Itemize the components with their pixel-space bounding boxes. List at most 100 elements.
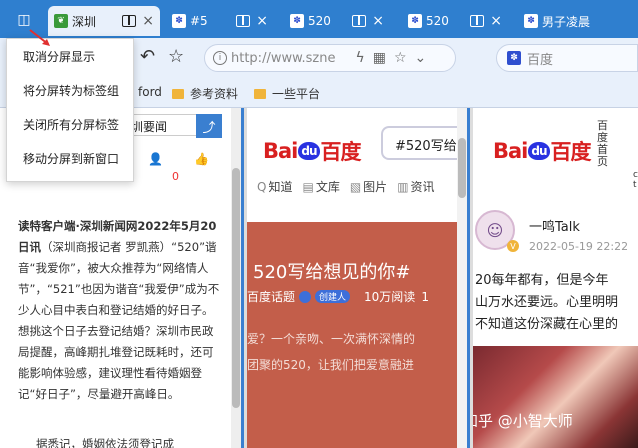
bookmark-reference[interactable]: 参考资料 bbox=[172, 85, 238, 102]
scrollbar-thumb[interactable] bbox=[458, 138, 466, 198]
news-icon: ▥ bbox=[397, 180, 409, 194]
article-text: 读特客户端·深圳新闻网2022年5月20日讯（深圳商报记者 罗凯燕）“520”谐… bbox=[18, 216, 224, 405]
folder-icon bbox=[254, 88, 266, 99]
image-icon: ▧ bbox=[349, 180, 362, 194]
search-box[interactable]: ✽ 百度 bbox=[496, 44, 638, 72]
address-bar[interactable]: i http://www.szne ϟ ▦ ☆ ⌄ bbox=[204, 44, 456, 72]
site-info-icon[interactable]: i bbox=[213, 51, 227, 65]
tab-520-b[interactable]: ✽ 520 × bbox=[402, 6, 508, 36]
scrollbar[interactable] bbox=[231, 108, 241, 448]
baidu-paw-favicon-icon: ✽ bbox=[524, 14, 538, 28]
folder-icon bbox=[172, 88, 184, 99]
topic-title: 520写给想见的你# bbox=[253, 262, 411, 283]
tab-shenzhen[interactable]: ❦ 深圳 × bbox=[48, 6, 160, 36]
nav-label: 资讯 bbox=[410, 180, 435, 194]
creator-badge: 创建人 bbox=[315, 290, 351, 303]
post-line: 不知道这份深藏在心里的 bbox=[475, 317, 619, 332]
split-pane-right: Bai du 百度 百度首页 c t ☺ V 一鸣Talk 2022-05-19 2… bbox=[473, 108, 638, 448]
verified-icon bbox=[299, 290, 312, 303]
wenku-icon: ▤ bbox=[302, 180, 314, 194]
tab-5[interactable]: ✽ #5 × bbox=[166, 6, 274, 36]
close-icon[interactable]: × bbox=[372, 13, 384, 29]
tab-man-early-morning[interactable]: ✽ 男子凌晨 bbox=[518, 6, 638, 36]
baidu-home-link[interactable]: 百度首页 bbox=[597, 120, 609, 168]
baidu-paw-favicon-icon: ✽ bbox=[408, 14, 422, 28]
grid-icon[interactable]: ▦ bbox=[373, 50, 386, 66]
edge-letter: c bbox=[633, 170, 638, 180]
article-more: 据悉记，婚姻依法须登记成 bbox=[36, 437, 174, 448]
zhihu-watermark: 知乎 @小智大师 bbox=[473, 412, 573, 430]
menu-item-close-all-split-tabs[interactable]: 关闭所有分屏标签 bbox=[7, 107, 133, 141]
nav-zhidao[interactable]: Q 知道 bbox=[257, 178, 292, 195]
close-icon[interactable]: × bbox=[490, 13, 502, 29]
flash-icon[interactable]: ϟ bbox=[356, 50, 365, 66]
pane-search-input[interactable]: 圳要闻 bbox=[126, 114, 196, 136]
bookmark-platforms[interactable]: 一些平台 bbox=[254, 85, 320, 102]
menu-item-cancel-split[interactable]: 取消分屏显示 bbox=[7, 39, 133, 73]
topic-source: 百度话题 bbox=[247, 290, 296, 304]
nav-wenku[interactable]: ▤ 文库 bbox=[302, 178, 339, 195]
split-screen-context-menu: 取消分屏显示 将分屏转为标签组 关闭所有分屏标签 移动分屏到新窗口 bbox=[6, 38, 134, 182]
author-name[interactable]: 一鸣Talk bbox=[529, 216, 580, 235]
topic-reads: 10万阅读 bbox=[364, 290, 416, 304]
topic-desc: 爱？一个亲吻、一次满怀深情的 团聚的520，让我们把爱意融进 bbox=[247, 326, 459, 378]
tab-title: 深圳 bbox=[72, 14, 97, 29]
nav-label: 文库 bbox=[315, 180, 340, 194]
like-count: 0 bbox=[172, 170, 179, 183]
logo-bai: Bai bbox=[493, 139, 528, 163]
menu-item-move-to-new-window[interactable]: 移动分屏到新窗口 bbox=[7, 141, 133, 175]
baidu-nav: Q 知道 ▤ 文库 ▧ 图片 ▥ 资讯 bbox=[247, 178, 461, 195]
edge-letter: t bbox=[633, 180, 637, 190]
topic-desc-line: 爱？一个亲吻、一次满怀深情的 bbox=[247, 332, 416, 346]
share-icon[interactable]: ⤴ bbox=[196, 114, 222, 138]
nav-news[interactable]: ▥ 资讯 bbox=[397, 178, 434, 195]
post-time: 2022-05-19 22:22 bbox=[529, 240, 629, 253]
bookmark-label: 参考资料 bbox=[190, 87, 239, 101]
logo-text: 百度 bbox=[550, 140, 592, 164]
nav-images[interactable]: ▧ 图片 bbox=[350, 178, 387, 195]
scrollbar[interactable] bbox=[457, 108, 467, 448]
split-view-icon bbox=[352, 15, 367, 27]
bookmark-star-icon[interactable]: ☆ bbox=[168, 46, 184, 68]
topic-banner[interactable]: 520写给想见的你# 百度话题 创建人 10万阅读 1 爱？一个亲吻、一次满怀深… bbox=[247, 222, 460, 448]
post-line: 20每年都有，但是今年 bbox=[475, 273, 609, 288]
scrollbar-thumb[interactable] bbox=[232, 168, 240, 408]
vip-badge-icon: V bbox=[507, 240, 519, 252]
bookmark-label: ford bbox=[138, 85, 162, 99]
topic-desc-line: 团聚的520，让我们把爱意融进 bbox=[247, 358, 414, 372]
split-view-icon bbox=[122, 15, 137, 27]
bookmark-ford[interactable]: ford bbox=[138, 85, 162, 99]
like-icon[interactable]: 👍 bbox=[194, 152, 209, 166]
roses-image bbox=[473, 346, 638, 448]
post-line: 山万水还要远。心里明明 bbox=[475, 295, 619, 310]
chevron-down-icon[interactable]: ⌄ bbox=[415, 50, 427, 66]
tab-title: 男子凌晨 bbox=[542, 14, 591, 29]
topic-reads-suffix: 1 bbox=[421, 289, 429, 304]
split-view-icon bbox=[470, 15, 485, 27]
logo-du: du bbox=[528, 142, 550, 160]
article-byline: （深圳商报记者 罗凯燕） bbox=[41, 240, 172, 254]
post-body: 20每年都有，但是今年 山万水还要远。心里明明 不知道这份深藏在心里的 bbox=[475, 270, 638, 336]
search-placeholder: 百度 bbox=[527, 52, 554, 68]
baidu-search-input[interactable]: #520写给 bbox=[381, 126, 467, 160]
annotation-arrow-icon bbox=[29, 29, 50, 46]
logo-bai: Bai bbox=[263, 139, 298, 163]
baidu-logo[interactable]: Bai du 百度 bbox=[263, 136, 362, 166]
menu-item-convert-to-tab-group[interactable]: 将分屏转为标签组 bbox=[7, 73, 133, 107]
close-icon[interactable]: × bbox=[142, 13, 154, 29]
baidu-paw-favicon-icon: ✽ bbox=[290, 14, 304, 28]
star-icon[interactable]: ☆ bbox=[394, 50, 407, 66]
topic-meta: 百度话题 创建人 10万阅读 1 bbox=[247, 288, 429, 305]
tab-520-a[interactable]: ✽ 520 × bbox=[284, 6, 390, 36]
back-icon[interactable]: ↶ bbox=[140, 46, 155, 68]
close-icon[interactable]: × bbox=[256, 13, 268, 29]
logo-du: du bbox=[298, 142, 320, 160]
nav-label: 知道 bbox=[268, 180, 293, 194]
split-screen-toggle-icon[interactable]: ◫ bbox=[14, 11, 34, 29]
baidu-logo[interactable]: Bai du 百度 bbox=[493, 136, 592, 166]
avatar-icon[interactable]: 👤 bbox=[148, 152, 163, 166]
baidu-paw-icon: ✽ bbox=[507, 51, 521, 65]
logo-text: 百度 bbox=[320, 140, 362, 164]
tab-title: 520 bbox=[426, 14, 449, 28]
browser-window: ◫ ❦ 深圳 × ✽ #5 × ✽ 520 × ✽ 520 × ✽ 男子凌晨 ↶… bbox=[0, 0, 638, 448]
